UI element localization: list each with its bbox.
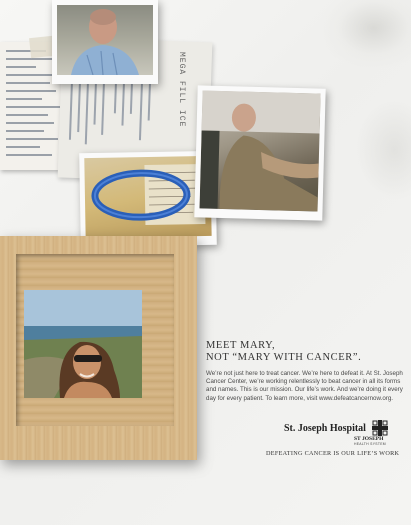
- wooden-picture-frame: [0, 236, 197, 460]
- st-joseph-logo: St. Joseph Hospital ST JOSEPH HEALTH SYS…: [284, 420, 404, 446]
- body-text: We’re not just here to treat cancer. We’…: [206, 370, 403, 402]
- logo-sub-caption: HEALTH SYSTEM: [354, 442, 386, 446]
- headline-line-2: NOT “MARY WITH CANCER”.: [206, 352, 362, 363]
- wristband-label-text: MEGA FILL ICE: [177, 52, 186, 128]
- photo-patient-hospital: [52, 0, 158, 84]
- photo-patient-treatment-image: [199, 90, 321, 212]
- ad-copy-block: MEET MARY, NOT “MARY WITH CANCER”. We’re…: [206, 340, 406, 403]
- paint-smudge-decoration: [356, 100, 411, 200]
- photo-mary-beach: [24, 290, 142, 398]
- photo-patient-hospital-image: [57, 5, 153, 75]
- photo-patient-treatment: [194, 85, 326, 221]
- headline: MEET MARY, NOT “MARY WITH CANCER”.: [206, 340, 406, 364]
- logo-hospital-name: St. Joseph Hospital: [284, 423, 366, 434]
- paint-smudge-decoration: [318, 0, 411, 70]
- photo-blue-wristband-image: [84, 155, 212, 239]
- treatment-illustration: [199, 90, 321, 212]
- mary-portrait-illustration: [24, 290, 142, 398]
- headline-line-1: MEET MARY,: [206, 340, 276, 351]
- patient-portrait-illustration: [71, 9, 139, 75]
- hospital-cross-icon: [372, 420, 388, 436]
- wristband-illustration: [91, 164, 206, 226]
- tagline: DEFEATING CANCER IS OUR LIFE’S WORK: [266, 450, 400, 457]
